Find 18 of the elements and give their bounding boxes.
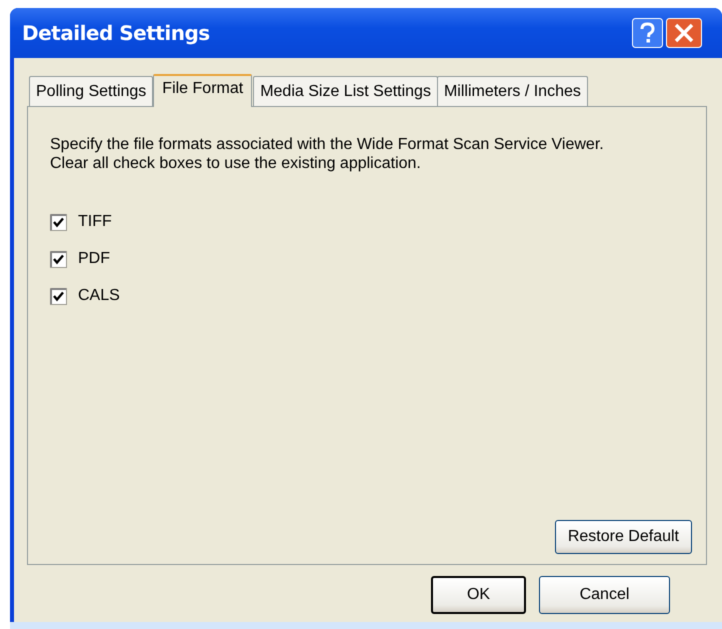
tab[interactable]: Media Size List Settings [253, 76, 438, 106]
checkbox-label: CALS [78, 287, 120, 305]
dialog-button[interactable]: Cancel [539, 576, 670, 614]
description-text: Specify the file formats associated with the Wide Format Scan Service Viewer. [50, 135, 605, 154]
checkbox[interactable] [50, 288, 67, 304]
checkbox[interactable] [50, 214, 67, 230]
tab[interactable]: Millimeters / Inches [436, 76, 588, 106]
tab[interactable]: Polling Settings [29, 76, 154, 106]
close-icon[interactable] [666, 18, 702, 48]
tab[interactable]: File Format [153, 74, 252, 107]
restore-default-button[interactable]: Restore Default [554, 520, 692, 554]
window-title: Detailed Settings [22, 21, 210, 45]
hint-text: Clear all check boxes to use the existing application. [50, 154, 422, 173]
help-icon[interactable] [632, 18, 663, 48]
checkbox-label: TIFF [78, 213, 112, 231]
checkbox-label: PDF [78, 250, 110, 268]
dialog-button[interactable]: OK [431, 576, 526, 614]
checkbox[interactable] [50, 250, 67, 268]
